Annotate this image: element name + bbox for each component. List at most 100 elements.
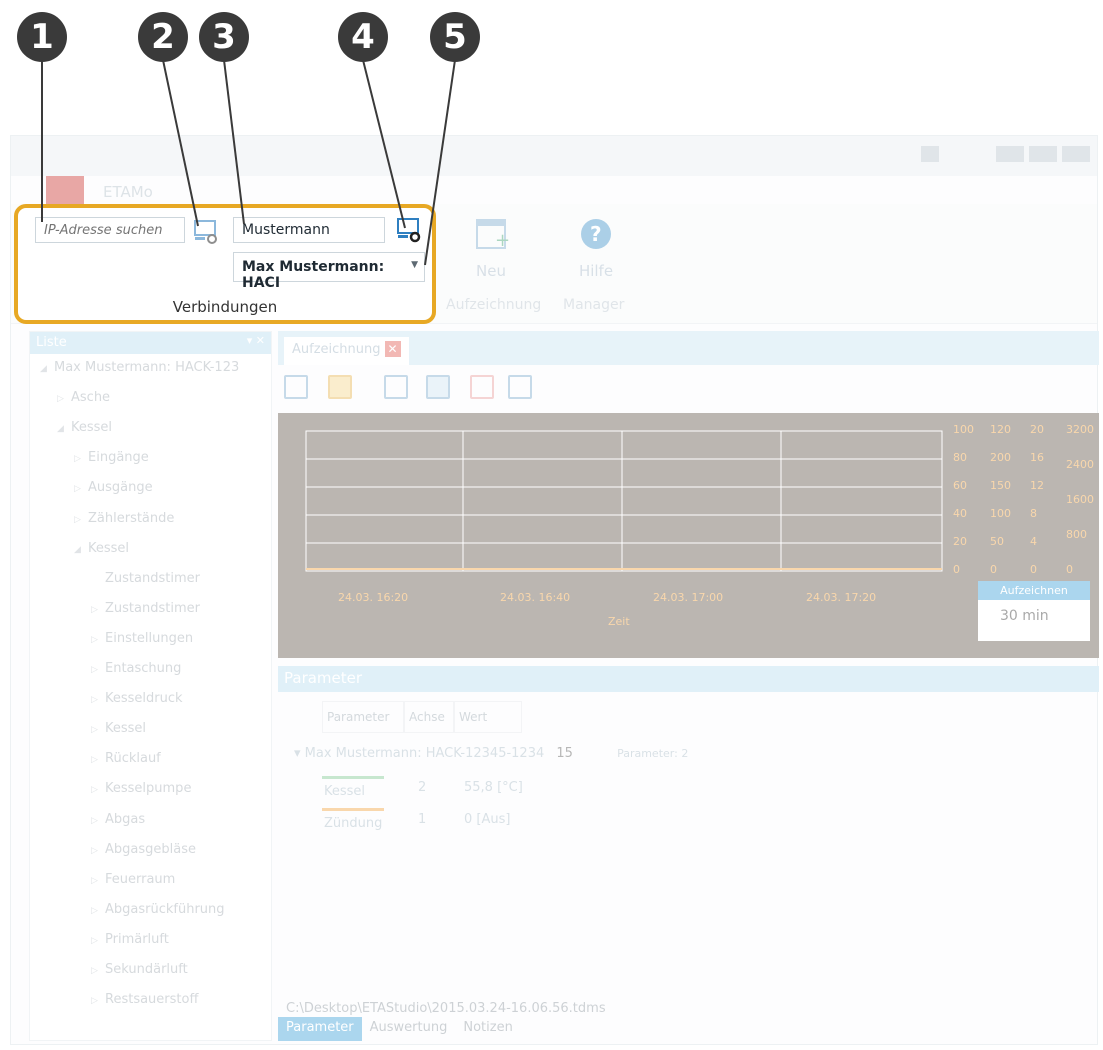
tree-item[interactable]: ▷ Asche [57, 390, 110, 405]
tree-item[interactable]: ▷ Entaschung [91, 661, 181, 676]
record-window-value[interactable]: 30 min [978, 600, 1090, 632]
tree-item[interactable]: ▷ Einstellungen [91, 631, 193, 646]
tree-item[interactable]: ▷ Kesseldruck [91, 691, 183, 706]
tab-aufzeichnung[interactable]: Aufzeichnung ✕ [284, 337, 409, 365]
tree-item[interactable]: ▷ Rücklauf [91, 751, 161, 766]
tree-item[interactable]: ▷ Abgasgebläse [91, 842, 196, 857]
param-axis[interactable]: 1 [418, 812, 426, 827]
parameter-panel-title: Parameter [284, 669, 363, 687]
param-name[interactable]: Zündung [324, 816, 382, 831]
close-tab-icon[interactable]: ✕ [384, 341, 401, 357]
callout-1: 1 [17, 12, 67, 62]
collapsed-icon[interactable]: ▷ [74, 484, 88, 494]
tree-item[interactable]: Zustandstimer [91, 571, 200, 586]
tree-item[interactable]: ▷ Eingänge [74, 450, 149, 465]
param-count: Parameter: 2 [617, 747, 689, 760]
folder-icon[interactable] [328, 375, 352, 399]
group-label-verbindungen: Verbindungen [172, 298, 278, 316]
col-wert[interactable]: Wert [454, 701, 522, 733]
expanded-icon[interactable]: ◢ [57, 424, 71, 434]
tree-item-label: Abgasrückführung [105, 901, 225, 917]
tree-item[interactable]: ▷ Feuerraum [91, 872, 175, 887]
x-tick: 24.03. 17:00 [653, 591, 724, 604]
tree-item[interactable]: ◢ Kessel [57, 420, 112, 435]
tree-item-label: Kessel [88, 540, 130, 556]
expanded-icon[interactable]: ◢ [40, 364, 54, 374]
collapsed-icon[interactable]: ▷ [91, 906, 105, 916]
record-icon[interactable] [284, 375, 308, 399]
collapsed-icon[interactable]: ▷ [57, 394, 71, 404]
callout-4: 4 [338, 12, 388, 62]
x-tick: 24.03. 16:40 [500, 591, 571, 604]
document-toolbar [278, 367, 1099, 407]
y-tick: 80 [953, 451, 967, 464]
tree-item-label: Kessel [71, 420, 113, 436]
tree-item[interactable]: ▷ Abgasrückführung [91, 902, 225, 917]
callout-2: 2 [138, 12, 188, 62]
tree-item[interactable]: ▷ Sekundärluft [91, 962, 188, 977]
copy-icon[interactable] [508, 375, 532, 399]
record-window-control[interactable]: Aufzeichnen 30 min [978, 581, 1090, 641]
series-color-swatch [322, 776, 384, 779]
device-name: Max Mustermann: HACK-12345-1234 [304, 746, 545, 761]
y-tick: 4 [1030, 535, 1037, 548]
tree-item-label: Kessel [105, 721, 147, 737]
y-tick: 800 [1066, 528, 1087, 541]
tree-item[interactable]: ▷ Kesselpumpe [91, 781, 191, 796]
tree-item[interactable]: ◢ Kessel [74, 541, 129, 556]
device-row[interactable]: ▾ Max Mustermann: HACK-12345-1234 15 Par… [294, 746, 688, 761]
tree-item[interactable]: ▷ Kessel [91, 721, 146, 736]
collapsed-icon[interactable]: ▷ [91, 695, 105, 705]
collapsed-icon[interactable]: ▷ [91, 665, 105, 675]
y-tick: 8 [1030, 507, 1037, 520]
tree-item-label: Sekundärluft [105, 962, 188, 977]
collapsed-icon[interactable]: ▷ [91, 635, 105, 645]
pin-icon[interactable]: ▾ ✕ [247, 334, 265, 347]
collapsed-icon[interactable]: ▷ [91, 785, 105, 795]
col-parameter[interactable]: Parameter [322, 701, 404, 733]
tree-item-label: Max Mustermann: HACK-123 [54, 360, 240, 375]
recording-chart[interactable]: 24.03. 16:20 24.03. 16:40 24.03. 17:00 2… [278, 413, 1099, 658]
param-axis[interactable]: 2 [418, 780, 426, 795]
tree-item[interactable]: ▷ Ausgänge [74, 480, 153, 495]
collapsed-icon[interactable]: ▷ [91, 725, 105, 735]
collapsed-icon[interactable]: ▷ [91, 966, 105, 976]
document-tabbar: Aufzeichnung ✕ [278, 331, 1099, 365]
tree-item-label: Zählerstände [88, 510, 175, 526]
list-panel-header: Liste ▾ ✕ [30, 332, 271, 354]
collapsed-icon[interactable]: ▷ [91, 605, 105, 615]
tree-item[interactable]: ▷ Abgas [91, 812, 145, 827]
device-rate[interactable]: 15 [556, 746, 573, 761]
collapsed-icon[interactable]: ▷ [91, 816, 105, 826]
collapsed-icon[interactable]: ▷ [91, 846, 105, 856]
tree-item[interactable]: ◢ Max Mustermann: HACK-123 [40, 360, 239, 375]
list-panel: Liste ▾ ✕ ◢ Max Mustermann: HACK-123 ▷ Asch… [29, 331, 272, 1041]
collapsed-icon[interactable]: ▷ [91, 996, 105, 1006]
collapse-icon[interactable]: ▾ [294, 746, 305, 761]
x-axis-label: Zeit [608, 615, 630, 628]
expanded-icon[interactable]: ◢ [74, 545, 88, 555]
tree-item-label: Restsauerstoff [105, 992, 199, 1008]
refresh-icon[interactable] [426, 375, 450, 399]
tree-item[interactable]: ▷ Zählerstände [74, 511, 174, 526]
status-path: C:\Desktop\ETAStudio\2015.03.24-16.06.56… [286, 1001, 606, 1016]
collapsed-icon[interactable]: ▷ [91, 755, 105, 765]
param-name[interactable]: Kessel [324, 784, 365, 799]
tab-parameter[interactable]: Parameter [278, 1017, 362, 1041]
compare-icon[interactable] [470, 375, 494, 399]
param-value: 55,8 [°C] [464, 780, 523, 795]
export-icon[interactable] [384, 375, 408, 399]
tree-item[interactable]: ▷ Primärluft [91, 932, 169, 947]
collapsed-icon[interactable]: ▷ [91, 876, 105, 886]
collapsed-icon[interactable]: ▷ [91, 936, 105, 946]
tab-auswertung[interactable]: Auswertung [362, 1017, 456, 1041]
collapsed-icon[interactable]: ▷ [74, 515, 88, 525]
parameter-panel-header: Parameter [278, 666, 1099, 692]
tab-notizen[interactable]: Notizen [455, 1017, 520, 1041]
tree-item[interactable]: ▷ Zustandstimer [91, 601, 200, 616]
list-panel-title: Liste [36, 335, 67, 350]
tree-item-label: Ausgänge [88, 480, 153, 496]
collapsed-icon[interactable]: ▷ [74, 454, 88, 464]
col-achse[interactable]: Achse [404, 701, 454, 733]
tree-item[interactable]: ▷ Restsauerstoff [91, 992, 198, 1007]
